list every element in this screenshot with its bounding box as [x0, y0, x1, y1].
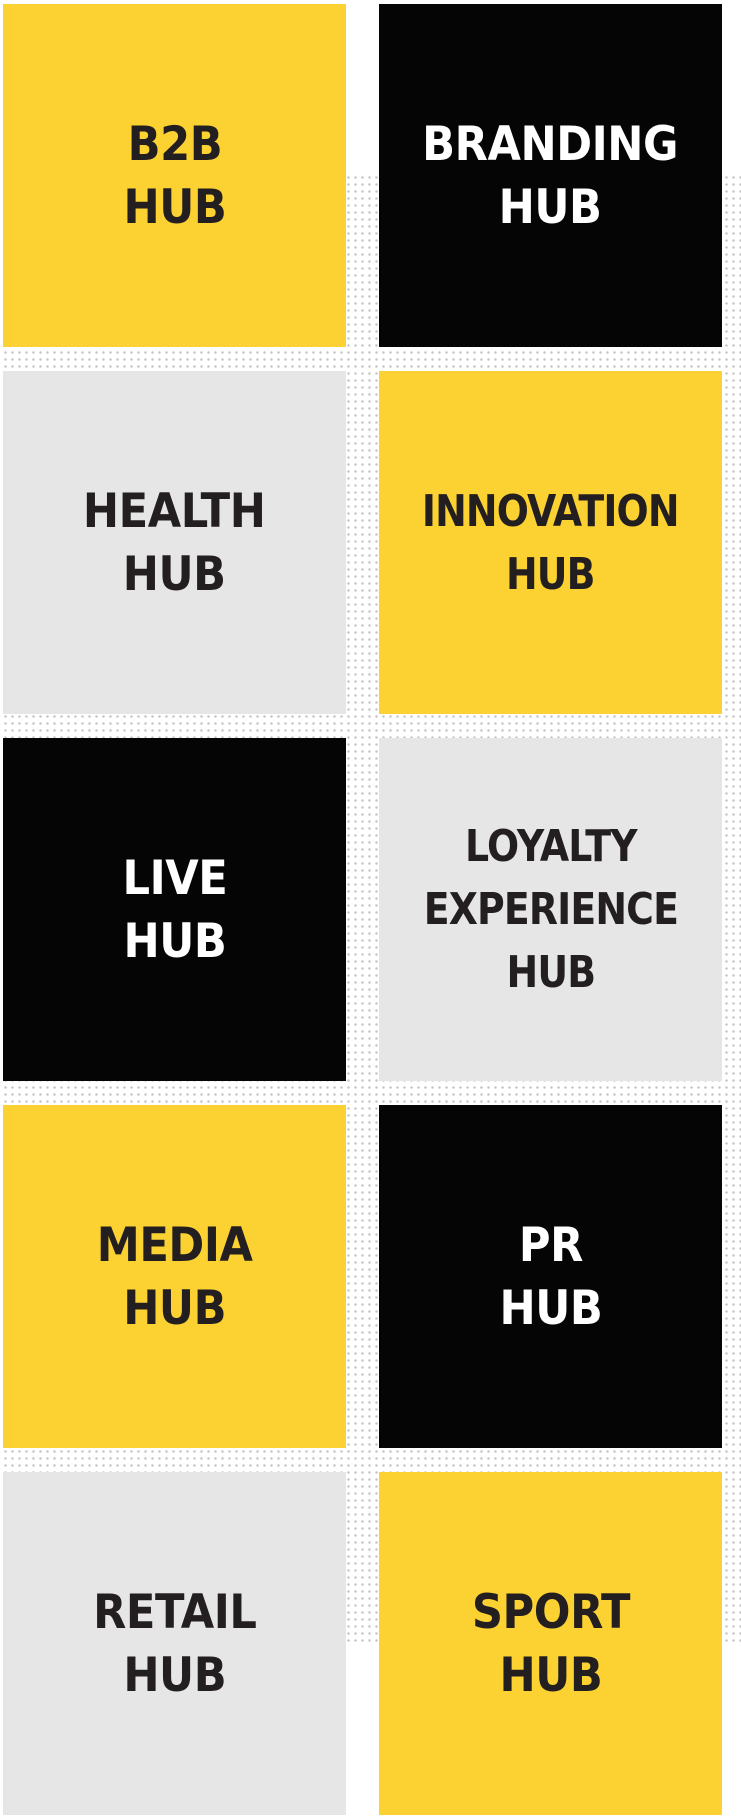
hub-tile-label: LIVE HUB: [122, 850, 227, 969]
hub-tile-label: RETAIL HUB: [92, 1584, 257, 1703]
hub-tile-label: SPORT HUB: [471, 1584, 630, 1703]
hub-tile-health[interactable]: HEALTH HUB: [3, 371, 346, 714]
hub-tile-live[interactable]: LIVE HUB: [3, 738, 346, 1081]
hub-tile-sport[interactable]: SPORT HUB: [379, 1472, 722, 1815]
hub-tile-label: INNOVATION HUB: [422, 485, 680, 600]
hub-tile-label: B2B HUB: [123, 116, 226, 235]
hub-tile-branding[interactable]: BRANDING HUB: [379, 4, 722, 347]
hub-tile-b2b[interactable]: B2B HUB: [3, 4, 346, 347]
hub-tile-pr[interactable]: PR HUB: [379, 1105, 722, 1448]
hub-tile-media[interactable]: MEDIA HUB: [3, 1105, 346, 1448]
hub-tile-label: PR HUB: [499, 1217, 602, 1336]
hub-tile-label: LOYALTY EXPERIENCE HUB: [423, 821, 678, 998]
hub-tile-label: MEDIA HUB: [96, 1217, 253, 1336]
hub-tile-label: BRANDING HUB: [422, 116, 679, 235]
hub-tile-loyalty-experience[interactable]: LOYALTY EXPERIENCE HUB: [379, 738, 722, 1081]
hub-tile-innovation[interactable]: INNOVATION HUB: [379, 371, 722, 714]
hub-tile-label: HEALTH HUB: [83, 483, 266, 602]
hub-tile-retail[interactable]: RETAIL HUB: [3, 1472, 346, 1815]
hub-grid: B2B HUB BRANDING HUB HEALTH HUB INNOVATI…: [3, 4, 722, 1815]
